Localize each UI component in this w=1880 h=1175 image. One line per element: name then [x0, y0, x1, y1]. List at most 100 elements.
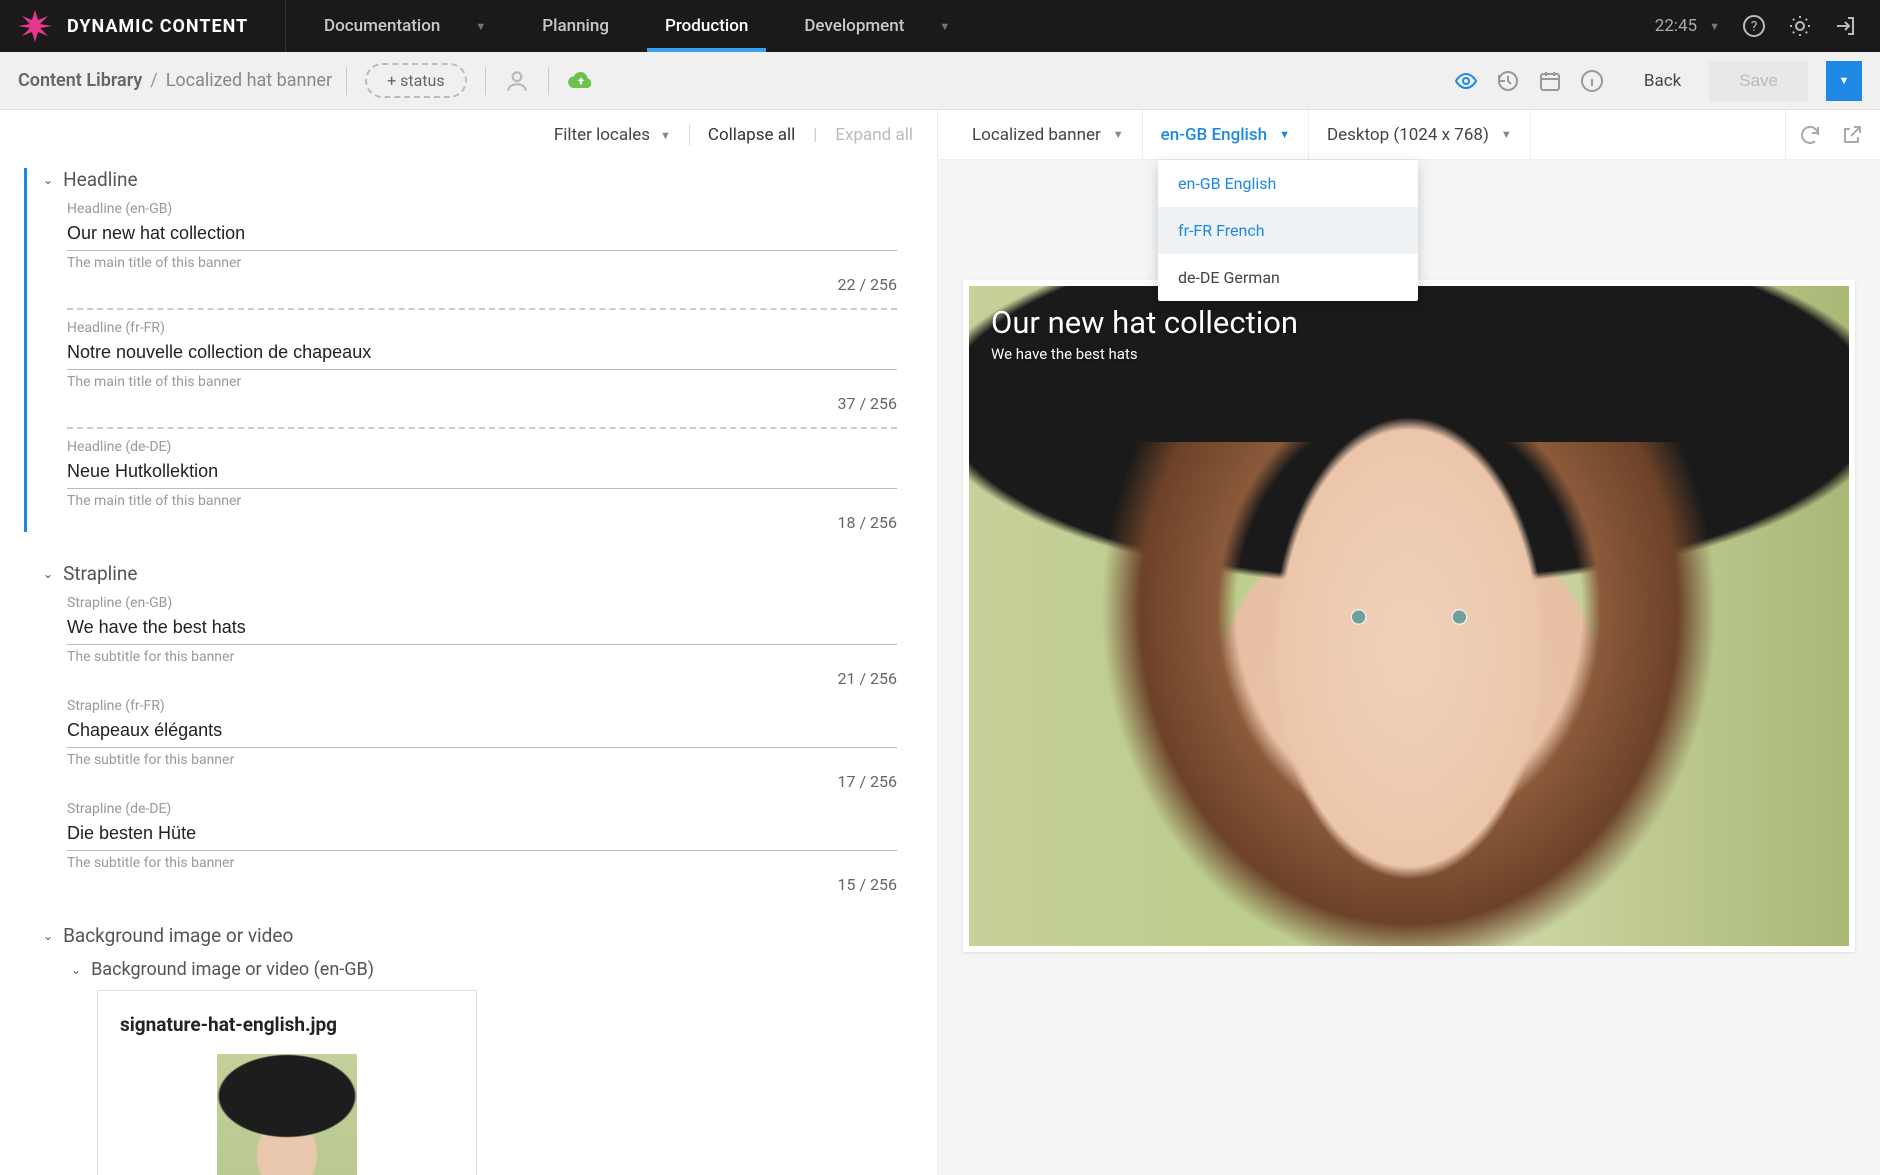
- rotate-icon[interactable]: [1798, 123, 1822, 147]
- image-card[interactable]: signature-hat-english.jpg: [97, 990, 477, 1175]
- headline-input-fr-fr[interactable]: [67, 336, 897, 370]
- nav-tab-documentation[interactable]: Documentation ▼: [296, 0, 514, 52]
- divider: [548, 67, 549, 95]
- add-status-button[interactable]: + status: [365, 63, 467, 98]
- breadcrumb-current: Localized hat banner: [166, 70, 332, 91]
- locale-option-en-gb[interactable]: en-GB English: [1158, 160, 1418, 207]
- nav-tab-development[interactable]: Development ▼: [776, 0, 978, 52]
- calendar-icon[interactable]: [1538, 69, 1562, 93]
- section-headline: ⌄ Headline Headline (en-GB) The main tit…: [24, 168, 913, 532]
- field-strapline-en-gb: Strapline (en-GB) The subtitle for this …: [43, 595, 913, 688]
- headline-input-en-gb[interactable]: [67, 217, 897, 251]
- image-thumbnail: [217, 1054, 357, 1175]
- device-label: Desktop (1024 x 768): [1327, 125, 1489, 145]
- section-toggle-background[interactable]: ⌄ Background image or video: [43, 924, 913, 947]
- collapse-all-button[interactable]: Collapse all: [708, 125, 795, 145]
- section-toggle-strapline[interactable]: ⌄ Strapline: [43, 562, 913, 585]
- char-count: 18 / 256: [67, 513, 897, 532]
- clock-time: 22:45: [1655, 16, 1697, 36]
- nav-tab-label: Documentation: [324, 16, 440, 36]
- content-type-label: Localized banner: [972, 125, 1101, 145]
- cloud-sync-icon[interactable]: [567, 67, 595, 95]
- image-filename: signature-hat-english.jpg: [120, 1013, 454, 1036]
- preview-actions: [1785, 110, 1864, 159]
- banner-image-detail: [1199, 409, 1619, 929]
- char-count: 37 / 256: [67, 394, 897, 413]
- user-icon[interactable]: [504, 68, 530, 94]
- filter-locales-label: Filter locales: [554, 125, 650, 145]
- field-label: Headline (de-DE): [67, 439, 913, 455]
- breadcrumb: Content Library / Localized hat banner: [18, 70, 332, 91]
- main-split: Filter locales ▼ Collapse all | Expand a…: [0, 110, 1880, 1175]
- sub-header-right: Back Save ▼: [1454, 61, 1862, 101]
- chevron-down-icon: ⌄: [43, 929, 53, 943]
- breadcrumb-root[interactable]: Content Library: [18, 70, 142, 91]
- chevron-down-icon: ▼: [1113, 128, 1124, 141]
- nav-tabs: Documentation ▼ Planning Production Deve…: [296, 0, 978, 52]
- chevron-down-icon: ⌄: [71, 963, 81, 977]
- section-toggle-headline[interactable]: ⌄ Headline: [43, 168, 913, 191]
- divider: |: [813, 125, 817, 145]
- strapline-input-fr-fr[interactable]: [67, 714, 897, 748]
- locale-option-de-de[interactable]: de-DE German: [1158, 254, 1418, 301]
- nav-tab-production[interactable]: Production: [637, 0, 776, 52]
- subsection-toggle-background-en-gb[interactable]: ⌄ Background image or video (en-GB): [71, 959, 913, 980]
- section-strapline: ⌄ Strapline Strapline (en-GB) The subtit…: [24, 562, 913, 894]
- subsection-title: Background image or video (en-GB): [91, 959, 374, 980]
- chevron-down-icon: ▼: [475, 20, 486, 33]
- locale-option-fr-fr[interactable]: fr-FR French: [1158, 207, 1418, 254]
- locale-dropdown-menu: en-GB English fr-FR French de-DE German: [1158, 160, 1418, 301]
- field-help: The subtitle for this banner: [67, 752, 234, 768]
- brand-logo-icon: [15, 6, 55, 46]
- field-label: Headline (fr-FR): [67, 320, 913, 336]
- chevron-down-icon: ▼: [939, 20, 950, 33]
- device-selector[interactable]: Desktop (1024 x 768) ▼: [1309, 110, 1531, 159]
- divider: [67, 427, 897, 429]
- divider: [689, 124, 690, 146]
- back-button[interactable]: Back: [1644, 71, 1681, 91]
- content-type-selector[interactable]: Localized banner ▼: [954, 110, 1143, 159]
- open-external-icon[interactable]: [1840, 123, 1864, 147]
- info-icon[interactable]: [1580, 69, 1604, 93]
- chevron-down-icon: ▼: [1501, 128, 1512, 141]
- field-strapline-de-de: Strapline (de-DE) The subtitle for this …: [43, 801, 913, 894]
- preview-toolbar: Localized banner ▼ en-GB English ▼ Deskt…: [938, 110, 1880, 160]
- char-count: 15 / 256: [67, 875, 897, 894]
- strapline-input-en-gb[interactable]: [67, 611, 897, 645]
- form-scroll-area[interactable]: ⌄ Headline Headline (en-GB) The main tit…: [0, 154, 937, 1175]
- field-help: The main title of this banner: [67, 493, 241, 509]
- headline-input-de-de[interactable]: [67, 455, 897, 489]
- chevron-down-icon: ▼: [1279, 128, 1290, 141]
- locale-label: en-GB English: [1161, 125, 1267, 145]
- history-icon[interactable]: [1496, 69, 1520, 93]
- sub-header: Content Library / Localized hat banner +…: [0, 52, 1880, 110]
- section-title: Strapline: [63, 562, 137, 585]
- save-button[interactable]: Save: [1709, 61, 1808, 101]
- preview-eye-icon[interactable]: [1454, 69, 1478, 93]
- divider: [346, 67, 347, 95]
- preview-frame: Our new hat collection We have the best …: [963, 280, 1855, 952]
- section-title: Headline: [63, 168, 138, 191]
- chevron-down-icon: ▼: [660, 129, 671, 142]
- sub-icon-group: [485, 67, 595, 95]
- nav-tab-planning[interactable]: Planning: [514, 0, 637, 52]
- help-icon[interactable]: ?: [1742, 14, 1766, 38]
- filter-locales-button[interactable]: Filter locales ▼: [554, 125, 671, 145]
- preview-banner: Our new hat collection We have the best …: [969, 286, 1849, 946]
- field-headline-fr-fr: Headline (fr-FR) The main title of this …: [43, 320, 913, 413]
- expand-all-button: Expand all: [835, 125, 913, 145]
- preview-area: Our new hat collection We have the best …: [938, 160, 1880, 1175]
- locale-selector[interactable]: en-GB English ▼: [1143, 110, 1309, 159]
- gear-icon[interactable]: [1788, 14, 1812, 38]
- field-headline-en-gb: Headline (en-GB) The main title of this …: [43, 201, 913, 294]
- field-headline-de-de: Headline (de-DE) The main title of this …: [43, 439, 913, 532]
- clock-display[interactable]: 22:45 ▼: [1655, 16, 1720, 36]
- logout-icon[interactable]: [1834, 14, 1858, 38]
- banner-text-overlay: Our new hat collection We have the best …: [991, 304, 1298, 363]
- banner-strapline: We have the best hats: [991, 345, 1298, 363]
- breadcrumb-separator: /: [150, 70, 157, 91]
- save-dropdown-button[interactable]: ▼: [1826, 61, 1862, 101]
- strapline-input-de-de[interactable]: [67, 817, 897, 851]
- char-count: 21 / 256: [67, 669, 897, 688]
- nav-tab-label: Development: [804, 16, 904, 36]
